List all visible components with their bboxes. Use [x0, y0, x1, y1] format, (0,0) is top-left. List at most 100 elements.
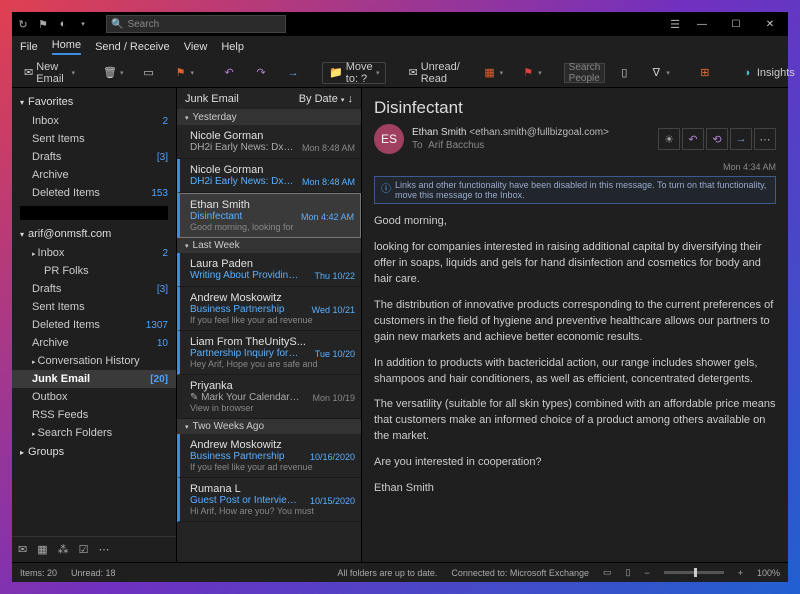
new-email-label: New Email — [36, 61, 68, 85]
archive-icon: ▭ — [142, 66, 156, 80]
message-item[interactable]: Andrew MoskowitzBusiness PartnershipIf y… — [177, 287, 361, 331]
sync-icon[interactable]: ↻ — [16, 17, 30, 31]
delete-button[interactable]: 🗑▾ — [97, 62, 130, 84]
group-header[interactable]: Yesterday — [177, 110, 361, 125]
add-in-button[interactable]: ⊞ — [692, 62, 718, 84]
message-item[interactable]: Priyanka✎ Mark Your Calendars to M...Vie… — [177, 375, 361, 419]
folder-move-icon: 📁 — [329, 66, 343, 80]
archive-button[interactable]: ▭ — [136, 62, 162, 84]
maximize-button[interactable]: ☐ — [722, 12, 750, 36]
message-list[interactable]: YesterdayNicole GormanDH2i Early News: D… — [177, 110, 361, 562]
quick-icon[interactable]: ⚑ — [36, 17, 50, 31]
followup-flag-icon: ⚑ — [521, 66, 535, 80]
groups-section[interactable]: Groups — [12, 442, 176, 462]
view-reading-icon[interactable]: ▯ — [625, 567, 630, 578]
reading-header: Disinfectant ES Ethan Smith <ethan.smith… — [362, 88, 788, 160]
undo-button[interactable]: ↶ — [216, 62, 242, 84]
folder-item[interactable]: PR Folks — [12, 262, 176, 280]
reply-all-button[interactable]: ⟲ — [706, 128, 728, 150]
status-bar: Items: 20 Unread: 18 All folders are up … — [12, 562, 788, 582]
folder-item[interactable]: Junk Email[20] — [12, 370, 176, 388]
folder-item[interactable]: Drafts[3] — [12, 148, 176, 166]
person-icon[interactable]: ◐ — [56, 17, 70, 31]
info-icon: ⓘ — [381, 180, 391, 195]
message-item[interactable]: Rumana LGuest Post or Interview opp...Hi… — [177, 478, 361, 522]
mail-view-icon[interactable]: ✉ — [18, 543, 27, 556]
redo-button[interactable]: ↷ — [248, 62, 274, 84]
folder-item[interactable]: Sent Items — [12, 298, 176, 316]
info-bar[interactable]: ⓘ Links and other functionality have bee… — [374, 176, 776, 204]
sender-line: Ethan Smith <ethan.smith@fullbizgoal.com… — [412, 126, 650, 139]
folder-item[interactable]: ▸Search Folders — [12, 424, 176, 442]
filter-button[interactable]: ∇▾ — [643, 62, 676, 84]
unread-read-button[interactable]: ✉ Unread/ Read — [402, 62, 470, 84]
menu-send-receive[interactable]: Send / Receive — [95, 41, 170, 53]
message-item[interactable]: Ethan SmithDisinfectantGood morning, loo… — [177, 193, 361, 238]
folder-item[interactable]: ▸Conversation History — [12, 352, 176, 370]
address-book-button[interactable]: ▯ — [611, 62, 637, 84]
grid-icon: ⊞ — [698, 66, 712, 80]
menu-help[interactable]: Help — [221, 41, 244, 53]
tasks-view-icon[interactable]: ☑ — [79, 543, 89, 556]
message-item[interactable]: Liam From TheUnityS...Partnership Inquir… — [177, 331, 361, 375]
folder-item[interactable]: Archive — [12, 166, 176, 184]
folder-pane: Favorites Inbox2Sent ItemsDrafts[3]Archi… — [12, 88, 177, 562]
search-people-input[interactable]: Search People — [564, 63, 606, 83]
global-search-input[interactable]: 🔍 Search — [106, 15, 286, 33]
insights-label: Insights — [757, 67, 795, 79]
new-email-button[interactable]: ✉ New Email ▾ — [18, 62, 81, 84]
sun-button[interactable]: ☀ — [658, 128, 680, 150]
folder-item[interactable]: Sent Items — [12, 130, 176, 148]
folder-item[interactable]: RSS Feeds — [12, 406, 176, 424]
more-views-icon[interactable]: ⋯ — [99, 543, 110, 556]
forward-action-button[interactable]: → — [280, 62, 306, 84]
message-item[interactable]: Laura PadenWriting About Providing To...… — [177, 253, 361, 287]
message-list-header: Junk Email By Date ▾ ↓ — [177, 88, 361, 110]
folder-item[interactable]: Deleted Items153 — [12, 184, 176, 202]
message-body[interactable]: Good morning,looking for companies inter… — [362, 210, 788, 511]
move-to-button[interactable]: 📁 Move to: ? ▾ — [322, 62, 386, 84]
sort-button[interactable]: By Date ▾ ↓ — [299, 93, 353, 105]
flag-button[interactable]: ⚑▾ — [168, 62, 201, 84]
zoom-out-button[interactable]: − — [644, 568, 649, 578]
group-header[interactable]: Last Week — [177, 238, 361, 253]
move-to-label: Move to: ? — [346, 61, 373, 85]
status-items: Items: 20 — [20, 568, 57, 578]
menu-view[interactable]: View — [184, 41, 208, 53]
group-header[interactable]: Two Weeks Ago — [177, 419, 361, 434]
menu-home[interactable]: Home — [52, 39, 81, 55]
calendar-view-icon[interactable]: ▦ — [37, 543, 47, 556]
minimize-button[interactable]: — — [688, 12, 716, 36]
more-actions-button[interactable]: ⋯ — [754, 128, 776, 150]
folder-item[interactable]: Drafts[3] — [12, 280, 176, 298]
folder-item[interactable]: Archive10 — [12, 334, 176, 352]
zoom-in-button[interactable]: + — [738, 568, 743, 578]
account-label: arif@onmsft.com — [28, 228, 111, 240]
followup-button[interactable]: ⚑▾ — [515, 62, 548, 84]
message-item[interactable]: Nicole GormanDH2i Early News: DxOdysse..… — [177, 159, 361, 193]
ribbon: ✉ New Email ▾ 🗑▾ ▭ ⚑▾ ↶ ↷ → 📁 Move to: ?… — [12, 58, 788, 88]
forward-button[interactable]: → — [730, 128, 752, 150]
body-paragraph: In addition to products with bactericida… — [374, 356, 776, 388]
zoom-slider[interactable] — [664, 571, 724, 574]
reply-button[interactable]: ↶ — [682, 128, 704, 150]
insights-button[interactable]: ◑ Insights — [734, 62, 800, 84]
message-item[interactable]: Andrew MoskowitzBusiness PartnershipIf y… — [177, 434, 361, 478]
message-list-pane: ‹ Junk Email By Date ▾ ↓ YesterdayNicole… — [177, 88, 362, 562]
menu-file[interactable]: File — [20, 41, 38, 53]
folder-item[interactable]: Deleted Items1307 — [12, 316, 176, 334]
account-section[interactable]: arif@onmsft.com — [12, 224, 176, 244]
message-item[interactable]: Nicole GormanDH2i Early News: DxOdyssey … — [177, 125, 361, 159]
folder-item[interactable]: ▸Inbox2 — [12, 244, 176, 262]
people-view-icon[interactable]: ⁂ — [58, 543, 69, 556]
folder-item[interactable]: Inbox2 — [12, 112, 176, 130]
categorize-icon: ▦ — [483, 66, 497, 80]
view-normal-icon[interactable]: ▭ — [603, 567, 612, 578]
status-connected: Connected to: Microsoft Exchange — [451, 568, 589, 578]
categorize-button[interactable]: ▦▾ — [477, 62, 510, 84]
close-button[interactable]: ✕ — [756, 12, 784, 36]
favorites-label: Favorites — [28, 96, 73, 108]
chevron-down-icon[interactable]: ▾ — [76, 17, 90, 31]
favorites-section[interactable]: Favorites — [12, 92, 176, 112]
folder-item[interactable]: Outbox — [12, 388, 176, 406]
